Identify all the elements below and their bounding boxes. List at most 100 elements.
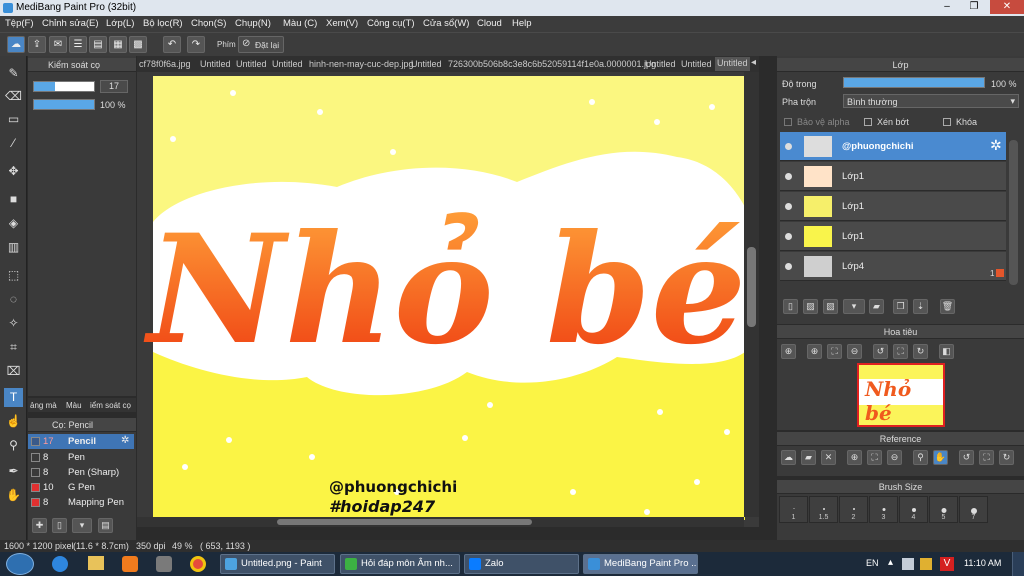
- layer-row[interactable]: Lớp1: [780, 162, 1006, 191]
- brush-size-cell[interactable]: 7: [959, 496, 988, 523]
- horizontal-scrollbar[interactable]: [137, 517, 744, 527]
- chat-icon[interactable]: ☰: [69, 36, 87, 53]
- document-icon[interactable]: ▤: [89, 36, 107, 53]
- gear-icon[interactable]: ✲: [990, 137, 1002, 154]
- layer-add-menu-icon[interactable]: ▾: [843, 299, 865, 314]
- close-button[interactable]: ✕: [990, 0, 1024, 14]
- hand-icon[interactable]: ✋: [933, 450, 948, 465]
- pen-tool-icon[interactable]: ✒: [4, 462, 23, 481]
- brush-size-cell[interactable]: 3: [869, 496, 898, 523]
- zoom-in-icon[interactable]: ⊕: [847, 450, 862, 465]
- menu-edit[interactable]: Chỉnh sửa(E): [42, 18, 99, 29]
- blend-mode-select[interactable]: Bình thường ▾: [843, 94, 1019, 108]
- visibility-icon[interactable]: [785, 173, 792, 180]
- fill-rect-tool-icon[interactable]: ■: [4, 190, 23, 209]
- cloud-upload-icon[interactable]: ☁: [781, 450, 796, 465]
- brush-menu-icon[interactable]: ▾: [72, 518, 92, 533]
- visibility-icon[interactable]: [785, 203, 792, 210]
- fit-icon[interactable]: ⛶: [867, 450, 882, 465]
- magic-wand-icon[interactable]: ✧: [4, 314, 23, 333]
- move-tool-icon[interactable]: ✥: [4, 162, 23, 181]
- rotate-right-icon[interactable]: ↻: [913, 344, 928, 359]
- bucket-tool-icon[interactable]: ◈: [4, 214, 23, 233]
- eyedropper-icon[interactable]: ⚲: [4, 436, 23, 455]
- new-halftone-layer-icon[interactable]: ▨: [803, 299, 818, 314]
- brush-opacity-slider[interactable]: [33, 99, 95, 110]
- tab-palette[interactable]: ảng mà: [30, 401, 57, 410]
- brush-item-pen[interactable]: 8 Pen: [28, 450, 134, 465]
- rotate-left-icon[interactable]: ↺: [873, 344, 888, 359]
- hand-tool-icon[interactable]: ✋: [4, 486, 23, 505]
- layer-row-selected[interactable]: @phuongchichi ✲: [780, 132, 1006, 161]
- tab-document[interactable]: Untitled: [411, 59, 442, 69]
- eraser-tool-icon[interactable]: ⌫: [4, 87, 23, 106]
- internet-explorer-icon[interactable]: [52, 556, 68, 572]
- brush-item-pen-sharp[interactable]: 8 Pen (Sharp): [28, 465, 134, 480]
- zoom-out-icon[interactable]: ⊖: [887, 450, 902, 465]
- file-explorer-icon[interactable]: [88, 556, 104, 570]
- tab-document[interactable]: Untitled: [645, 59, 676, 69]
- menu-tools[interactable]: Công cụ(T): [367, 18, 415, 29]
- brush-tool-icon[interactable]: ✎: [4, 64, 23, 83]
- brush-size-cell[interactable]: 5: [929, 496, 958, 523]
- select-rect-icon[interactable]: ⬚: [4, 266, 23, 285]
- visibility-icon[interactable]: [785, 263, 792, 270]
- layer-scrollbar[interactable]: [1009, 140, 1018, 285]
- artwork-canvas[interactable]: Nhỏ bé @phuongchichi #hoidap247: [137, 72, 759, 527]
- lock-checkbox[interactable]: [943, 118, 951, 126]
- tray-arrow-icon[interactable]: ▴: [888, 557, 893, 568]
- menu-color[interactable]: Màu (C): [283, 18, 317, 29]
- duplicate-layer-icon[interactable]: ❐: [893, 299, 908, 314]
- visibility-icon[interactable]: [785, 233, 792, 240]
- layer-row[interactable]: Lớp1: [780, 192, 1006, 221]
- media-player-icon[interactable]: [122, 556, 138, 572]
- chrome-icon[interactable]: [190, 556, 206, 572]
- show-desktop-button[interactable]: [1012, 552, 1024, 576]
- flip-icon[interactable]: ◧: [939, 344, 954, 359]
- layer-row[interactable]: Lớp1: [780, 222, 1006, 251]
- new-brush-icon[interactable]: ▯: [52, 518, 67, 533]
- cloud-icon[interactable]: ☁: [7, 36, 25, 53]
- language-indicator[interactable]: EN: [866, 558, 879, 568]
- minimize-button[interactable]: –: [935, 0, 959, 14]
- add-brush-icon[interactable]: ✚: [32, 518, 47, 533]
- tab-document[interactable]: Untitled: [272, 59, 303, 69]
- text-tool-icon[interactable]: T: [4, 388, 23, 407]
- alpha-protect-checkbox[interactable]: [784, 118, 792, 126]
- fit-screen-icon[interactable]: ⛶: [979, 450, 994, 465]
- grid-icon[interactable]: ▩: [129, 36, 147, 53]
- list-icon[interactable]: ▦: [109, 36, 127, 53]
- rectangle-tool-icon[interactable]: ▭: [4, 110, 23, 129]
- layer-row[interactable]: Lớp4 1: [780, 252, 1006, 281]
- brush-item-g-pen[interactable]: 10 G Pen: [28, 480, 134, 495]
- menu-layer[interactable]: Lớp(L): [106, 18, 134, 29]
- rotate-left-icon[interactable]: ↺: [959, 450, 974, 465]
- menu-select[interactable]: Chọn(S): [191, 18, 226, 29]
- zoom-out-icon[interactable]: ⊖: [847, 344, 862, 359]
- menu-file[interactable]: Tệp(F): [5, 18, 34, 29]
- menu-view[interactable]: Xem(V): [326, 18, 358, 29]
- menu-capture[interactable]: Chụp(N): [235, 18, 271, 29]
- tab-document[interactable]: Untitled: [681, 59, 712, 69]
- tab-document-active[interactable]: Untitled: [715, 57, 750, 71]
- fit-icon[interactable]: ⛶: [827, 344, 842, 359]
- brush-size-cell[interactable]: 4: [899, 496, 928, 523]
- new-8bit-layer-icon[interactable]: ▧: [823, 299, 838, 314]
- tab-document[interactable]: cf78f0f6a.jpg: [139, 59, 191, 69]
- reset-button[interactable]: ⊘ Đặt lại: [238, 36, 284, 53]
- close-icon[interactable]: ✕: [821, 450, 836, 465]
- vertical-scrollbar[interactable]: [744, 72, 759, 517]
- clock[interactable]: 11:10 AM: [964, 558, 1001, 568]
- lasso-icon[interactable]: ◌: [4, 290, 23, 309]
- brush-size-cell[interactable]: 2: [839, 496, 868, 523]
- folder-icon[interactable]: ▰: [869, 299, 884, 314]
- tab-document[interactable]: Untitled: [236, 59, 267, 69]
- tray-icon[interactable]: [902, 558, 914, 570]
- gradient-tool-icon[interactable]: ▥: [4, 238, 23, 257]
- brush-size-slider[interactable]: [33, 81, 95, 92]
- operation-tool-icon[interactable]: ☝: [4, 412, 23, 431]
- taskbar-item-zalo[interactable]: Zalo: [464, 554, 579, 574]
- vertical-scrollbar-thumb[interactable]: [747, 247, 756, 327]
- maximize-button[interactable]: ❐: [962, 0, 986, 14]
- brush-size-value[interactable]: 17: [100, 80, 128, 93]
